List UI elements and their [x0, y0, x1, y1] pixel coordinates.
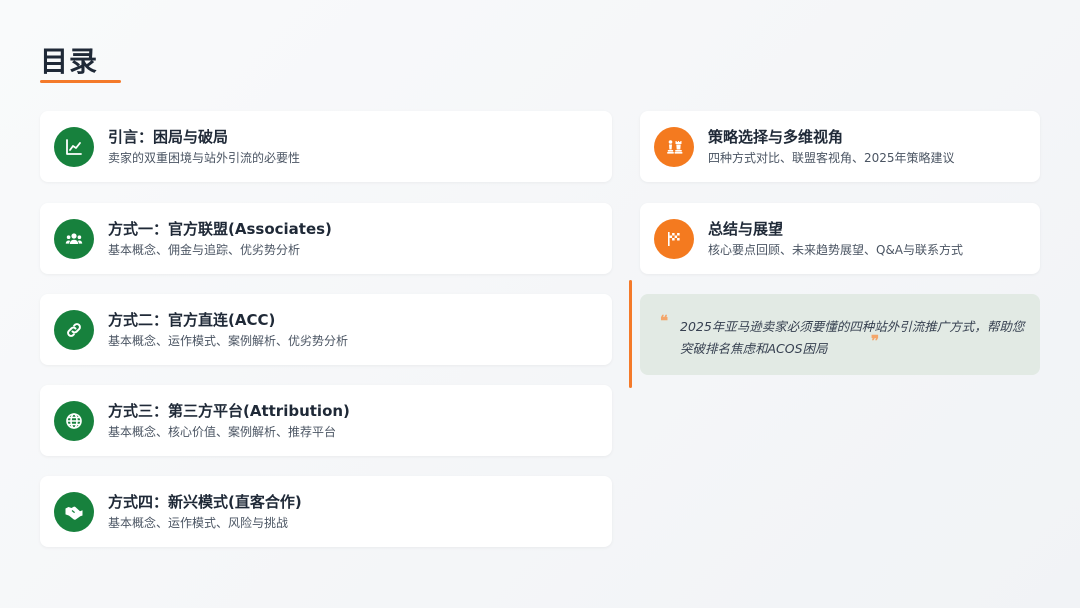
link-icon [54, 309, 94, 350]
quote-box: ❝ 2025年亚马逊卖家必须要懂的四种站外引流推广方式，帮助您突破排名焦虑和AC… [640, 294, 1040, 375]
toc-item-title: 总结与展望 [708, 219, 784, 238]
globe-icon [54, 400, 94, 441]
toc-item-subtitle: 基本概念、核心价值、案例解析、推荐平台 [108, 424, 337, 439]
page-title: 目录 [40, 45, 99, 78]
toc-item-associates[interactable]: 方式一：官方联盟(Associates) 基本概念、佣金与追踪、优劣势分析 [40, 203, 612, 274]
title-underline [40, 80, 121, 83]
toc-item-subtitle: 核心要点回顾、未来趋势展望、Q&A与联系方式 [708, 242, 964, 257]
flag-checkered-icon [654, 218, 694, 259]
toc-item-acc[interactable]: 方式二：官方直连(ACC) 基本概念、运作模式、案例解析、优劣势分析 [40, 294, 612, 365]
toc-item-title: 方式三：第三方平台(Attribution) [108, 401, 350, 420]
toc-item-intro[interactable]: 引言：困局与破局 卖家的双重困境与站外引流的必要性 [40, 111, 612, 182]
toc-item-subtitle: 基本概念、运作模式、风险与挑战 [108, 515, 289, 530]
toc-item-title: 引言：困局与破局 [108, 127, 229, 146]
chess-icon [654, 126, 694, 167]
toc-item-subtitle: 基本概念、佣金与追踪、优劣势分析 [108, 242, 301, 257]
quote-accent-bar [629, 280, 632, 388]
toc-item-direct[interactable]: 方式四：新兴模式(直客合作) 基本概念、运作模式、风险与挑战 [40, 476, 612, 547]
toc-item-subtitle: 卖家的双重困境与站外引流的必要性 [108, 150, 301, 165]
toc-item-subtitle: 基本概念、运作模式、案例解析、优劣势分析 [108, 333, 349, 348]
toc-item-summary[interactable]: 总结与展望 核心要点回顾、未来趋势展望、Q&A与联系方式 [640, 203, 1040, 274]
users-icon [54, 218, 94, 259]
quote-text: 2025年亚马逊卖家必须要懂的四种站外引流推广方式，帮助您突破排名焦虑和ACOS… [680, 319, 1025, 356]
toc-item-title: 策略选择与多维视角 [708, 127, 844, 146]
toc-item-title: 方式四：新兴模式(直客合作) [108, 492, 302, 511]
toc-item-subtitle: 四种方式对比、联盟客视角、2025年策略建议 [708, 150, 955, 165]
toc-item-attribution[interactable]: 方式三：第三方平台(Attribution) 基本概念、核心价值、案例解析、推荐… [40, 385, 612, 456]
toc-item-title: 方式一：官方联盟(Associates) [108, 219, 332, 238]
handshake-icon [54, 491, 94, 532]
toc-item-title: 方式二：官方直连(ACC) [108, 310, 276, 329]
toc-item-strategy[interactable]: 策略选择与多维视角 四种方式对比、联盟客视角、2025年策略建议 [640, 111, 1040, 182]
quote-close-icon: ❞ [871, 332, 880, 350]
quote-open-icon: ❝ [660, 312, 669, 330]
chart-line-icon [54, 126, 94, 167]
